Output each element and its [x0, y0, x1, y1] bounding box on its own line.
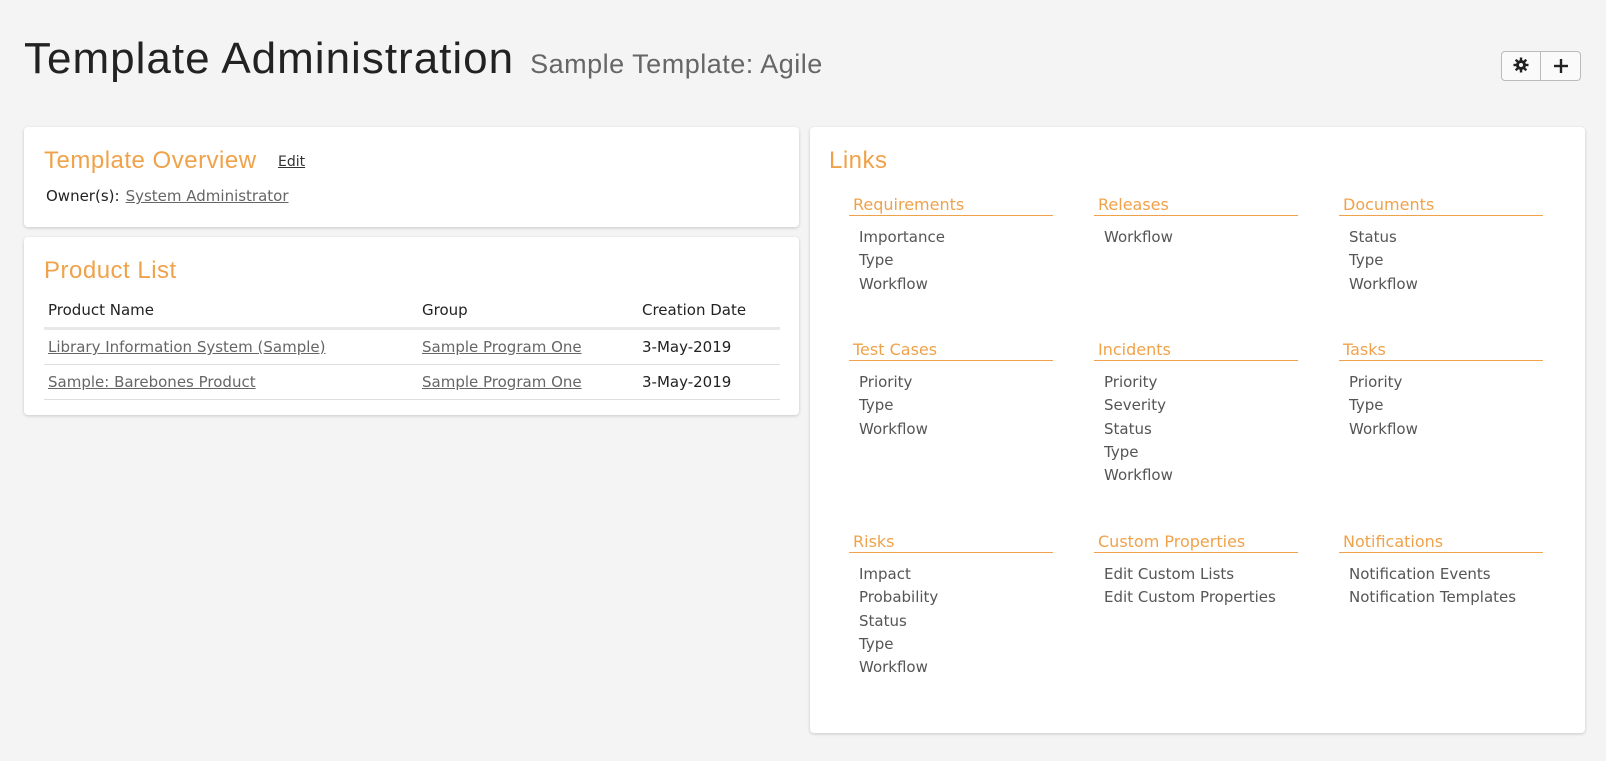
link-group-title[interactable]: Tasks [1339, 340, 1543, 361]
link-group-test-cases: Test Cases Priority Type Workflow [849, 340, 1053, 441]
group-cell: Sample Program One [418, 364, 638, 400]
column-header-product-name: Product Name [44, 295, 418, 330]
owner-row: Owner(s): System Administrator [46, 187, 289, 205]
template-overview-panel: Template Overview Edit Owner(s): System A… [24, 127, 799, 227]
link-item[interactable]: Notification Templates [1349, 586, 1543, 609]
creation-date-cell: 3-May-2019 [638, 328, 780, 365]
link-item[interactable]: Status [1349, 226, 1543, 249]
link-item[interactable]: Importance [859, 226, 1053, 249]
product-table: Product Name Group Creation Date Library… [44, 295, 780, 400]
page-title: Template Administration [24, 34, 515, 83]
link-item[interactable]: Edit Custom Lists [1104, 563, 1298, 586]
link-group-notifications: Notifications Notification Events Notifi… [1339, 532, 1543, 610]
link-item[interactable]: Priority [859, 371, 1053, 394]
link-item[interactable]: Workflow [1349, 273, 1543, 296]
link-group-requirements: Requirements Importance Type Workflow [849, 195, 1053, 296]
product-name-cell: Sample: Barebones Product [44, 364, 418, 400]
link-group-title[interactable]: Risks [849, 532, 1053, 553]
link-item[interactable]: Type [859, 394, 1053, 417]
gear-icon [1513, 54, 1529, 78]
link-item[interactable]: Notification Events [1349, 563, 1543, 586]
link-item[interactable]: Workflow [859, 273, 1053, 296]
link-group-risks: Risks Impact Probability Status Type Wor… [849, 532, 1053, 679]
column-header-group: Group [418, 295, 638, 330]
add-button[interactable] [1541, 51, 1581, 81]
product-link[interactable]: Library Information System (Sample) [48, 338, 325, 356]
product-list-panel: Product List Product Name Group Creation… [24, 237, 799, 415]
template-overview-title: Template Overview [44, 147, 257, 174]
column-header-creation-date: Creation Date [638, 295, 780, 330]
edit-link[interactable]: Edit [278, 154, 305, 170]
link-item[interactable]: Type [1349, 394, 1543, 417]
page-header: Template Administration Sample Template:… [24, 34, 823, 84]
owner-link[interactable]: System Administrator [126, 187, 289, 205]
link-item[interactable]: Severity [1104, 394, 1298, 417]
link-item[interactable]: Status [1104, 418, 1298, 441]
link-group-custom-properties: Custom Properties Edit Custom Lists Edit… [1094, 532, 1298, 610]
links-title: Links [829, 147, 888, 174]
link-item[interactable]: Priority [1349, 371, 1543, 394]
link-item[interactable]: Type [859, 633, 1053, 656]
link-group-title[interactable]: Incidents [1094, 340, 1298, 361]
link-item[interactable]: Type [1349, 249, 1543, 272]
link-item[interactable]: Type [859, 249, 1053, 272]
link-item[interactable]: Type [1104, 441, 1298, 464]
link-item[interactable]: Workflow [859, 656, 1053, 679]
toolbar-button-group [1501, 51, 1581, 81]
link-group-title[interactable]: Custom Properties [1094, 532, 1298, 553]
link-item[interactable]: Workflow [1349, 418, 1543, 441]
page-subtitle: Sample Template: Agile [530, 49, 823, 79]
link-group-tasks: Tasks Priority Type Workflow [1339, 340, 1543, 441]
table-header-row: Product Name Group Creation Date [44, 295, 780, 330]
link-item[interactable]: Impact [859, 563, 1053, 586]
product-list-title: Product List [44, 257, 177, 284]
creation-date-cell: 3-May-2019 [638, 364, 780, 400]
settings-button[interactable] [1501, 51, 1541, 81]
link-item[interactable]: Workflow [1104, 226, 1298, 249]
link-item[interactable]: Status [859, 610, 1053, 633]
link-group-releases: Releases Workflow [1094, 195, 1298, 249]
plus-icon [1553, 54, 1568, 78]
link-item[interactable]: Workflow [1104, 464, 1298, 487]
link-group-title[interactable]: Releases [1094, 195, 1298, 216]
link-group-title[interactable]: Notifications [1339, 532, 1543, 553]
link-item[interactable]: Workflow [859, 418, 1053, 441]
table-row: Library Information System (Sample) Samp… [44, 328, 780, 365]
group-cell: Sample Program One [418, 328, 638, 365]
table-row: Sample: Barebones Product Sample Program… [44, 364, 780, 400]
link-item[interactable]: Probability [859, 586, 1053, 609]
product-link[interactable]: Sample: Barebones Product [48, 373, 256, 391]
link-group-title[interactable]: Documents [1339, 195, 1543, 216]
link-item[interactable]: Edit Custom Properties [1104, 586, 1298, 609]
links-panel: Links Requirements Importance Type Workf… [810, 127, 1585, 733]
link-group-incidents: Incidents Priority Severity Status Type … [1094, 340, 1298, 487]
link-group-title[interactable]: Requirements [849, 195, 1053, 216]
owner-label: Owner(s): [46, 187, 120, 205]
link-group-documents: Documents Status Type Workflow [1339, 195, 1543, 296]
group-link[interactable]: Sample Program One [422, 338, 582, 356]
link-item[interactable]: Priority [1104, 371, 1298, 394]
link-group-title[interactable]: Test Cases [849, 340, 1053, 361]
group-link[interactable]: Sample Program One [422, 373, 582, 391]
product-name-cell: Library Information System (Sample) [44, 328, 418, 365]
